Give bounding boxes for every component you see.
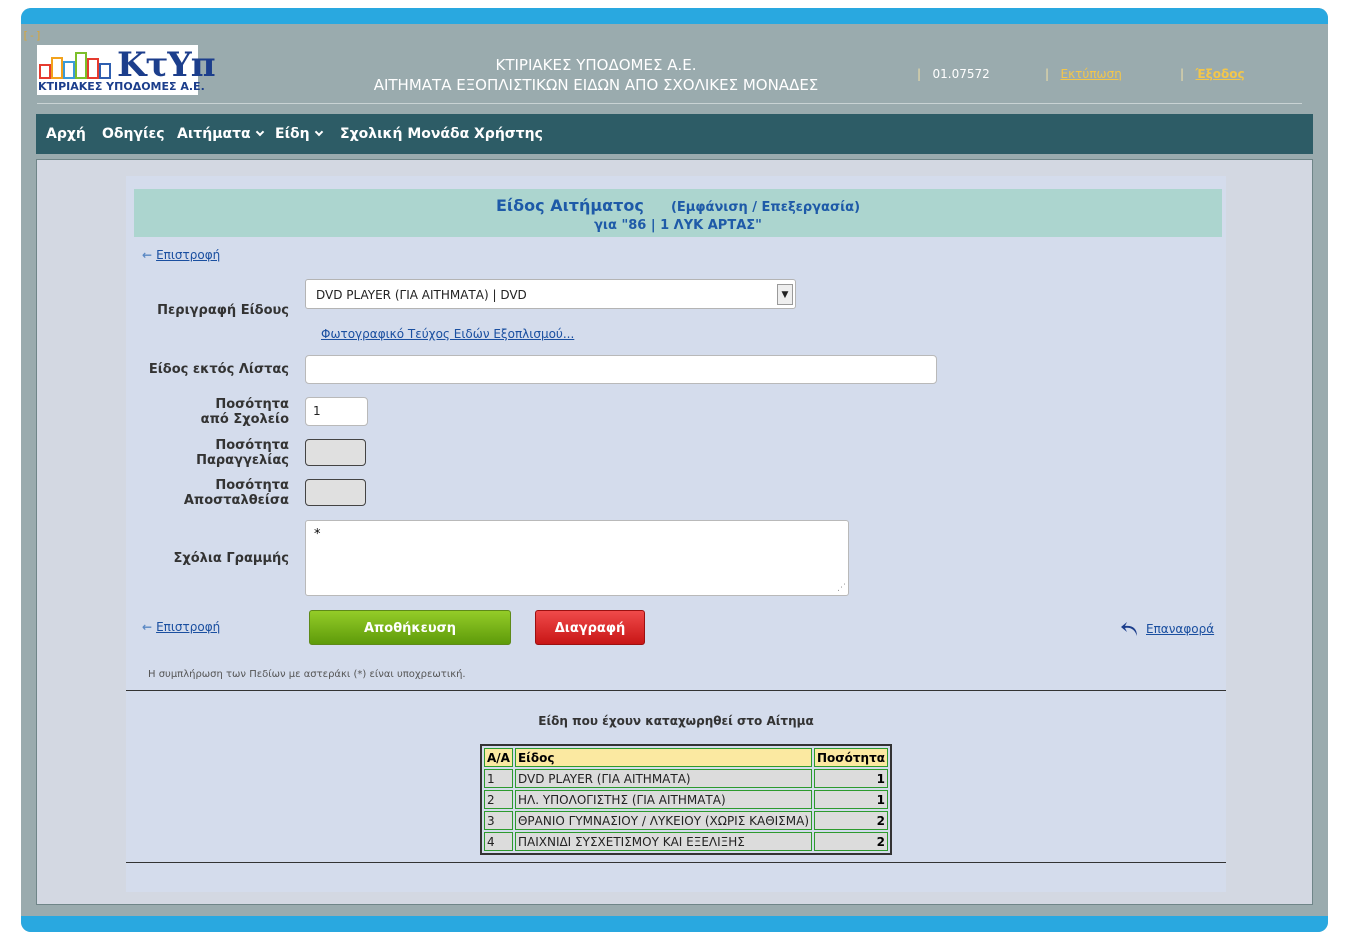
cell-qty: 2 — [814, 832, 888, 851]
qty-order-label: Ποσότητα Παραγγελίας — [129, 438, 289, 468]
logo-subtitle: ΚΤΙΡΙΑΚΕΣ ΥΠΟΔΟΜΕΣ Α.Ε. — [38, 80, 205, 93]
table-row[interactable]: 2 ΗΛ. ΥΠΟΛΟΓΙΣΤΗΣ (ΓΙΑ ΑΙΤΗΜΑΤΑ) 1 — [484, 790, 888, 809]
logo-bars-icon — [39, 52, 111, 79]
nav-item-user[interactable]: Χρήστης — [474, 126, 543, 142]
cell-aa: 3 — [484, 811, 513, 830]
back-link-top[interactable]: ← Επιστροφή — [142, 248, 220, 262]
cell-aa: 2 — [484, 790, 513, 809]
nav-item-items[interactable]: Είδη — [275, 126, 323, 142]
version-number: 01.07572 — [932, 67, 990, 81]
header-title-line2: ΑΙΤΗΜΑΤΑ ΕΞΟΠΛΙΣΤΙΚΩΝ ΕΙΔΩΝ ΑΠΟ ΣΧΟΛΙΚΕΣ… — [373, 76, 819, 94]
cell-aa: 4 — [484, 832, 513, 851]
header-title-line1: ΚΤΙΡΙΑΚΕΣ ΥΠΟΔΟΜΕΣ Α.Ε. — [495, 56, 697, 74]
table-row[interactable]: 1 DVD PLAYER (ΓΙΑ ΑΙΤΗΜΑΤΑ) 1 — [484, 769, 888, 788]
qty-sent-label: Ποσότητα Αποσταλθείσα — [129, 478, 289, 508]
column-header-item: Είδος — [514, 748, 813, 767]
separator: | — [917, 67, 922, 81]
back-link-bottom[interactable]: ← Επιστροφή — [142, 620, 220, 634]
company-logo: ΚτΥπ ΚΤΙΡΙΑΚΕΣ ΥΠΟΔΟΜΕΣ Α.Ε. — [37, 45, 216, 95]
cell-qty: 1 — [814, 790, 888, 809]
main-nav: Αρχή Οδηγίες Αιτήματα Είδη Σχολική Μονάδ… — [36, 114, 1313, 154]
back-link-label: Επιστροφή — [156, 248, 221, 262]
qty-school-input[interactable]: 1 — [305, 397, 368, 426]
table-header-row: Α/Α Είδος Ποσότητα — [484, 748, 888, 767]
cell-item: ΠΑΙΧΝΙΔΙ ΣΥΣΧΕΤΙΣΜΟΥ ΚΑΙ ΕΞΕΛΙΞΗΣ — [514, 832, 813, 851]
form-panel: Είδος Αιτήματος (Εμφάνιση / Επεξεργασία)… — [126, 176, 1226, 892]
top-accent-bar — [21, 8, 1328, 24]
form-title: Είδος Αιτήματος — [495, 196, 644, 215]
logout-link[interactable]: Έξοδος — [1196, 67, 1245, 81]
items-table-title: Είδη που έχουν καταχωρηθεί στο Αίτημα — [538, 714, 814, 728]
required-note: Η συμπλήρωση των Πεδίων με αστεράκι (*) … — [148, 669, 466, 680]
header-divider — [37, 103, 1302, 104]
back-link-label: Επιστροφή — [156, 620, 221, 634]
undo-arrow-icon — [1121, 622, 1137, 636]
reset-link[interactable]: Επαναφορά — [1120, 620, 1214, 638]
table-row[interactable]: 3 ΘΡΑΝΙΟ ΓΥΜΝΑΣΙΟΥ / ΛΥΚΕΙΟΥ (ΧΩΡΙΣ ΚΑΘΙ… — [484, 811, 888, 830]
version-info: | 01.07572 — [917, 67, 990, 81]
off-list-label: Είδος εκτός Λίστας — [148, 362, 289, 377]
section-divider — [126, 862, 1226, 863]
arrow-left-icon: ← — [142, 620, 153, 634]
chevron-down-icon — [255, 127, 264, 137]
items-table: Α/Α Είδος Ποσότητα 1 DVD PLAYER (ΓΙΑ ΑΙΤ… — [480, 744, 892, 855]
description-select-value: DVD PLAYER (ΓΙΑ ΑΙΤΗΜΑΤΑ) | DVD — [316, 288, 527, 302]
qty-sent-input — [305, 479, 366, 506]
qty-sent-label-line2: Αποσταλθείσα — [183, 493, 289, 508]
qty-school-label-line2: από Σχολείο — [200, 412, 289, 427]
reset-link-label: Επαναφορά — [1146, 621, 1215, 636]
nav-item-home[interactable]: Αρχή — [46, 126, 86, 142]
bottom-accent-bar — [21, 916, 1328, 932]
chevron-down-icon[interactable]: ▼ — [777, 284, 793, 305]
arrow-left-icon: ← — [142, 248, 153, 262]
logout-info: | Έξοδος — [1180, 67, 1245, 81]
collapse-toggle[interactable]: [-] — [22, 29, 42, 42]
cell-qty: 2 — [814, 811, 888, 830]
page-frame: [-] ΚτΥπ ΚΤΙΡΙΑΚΕΣ ΥΠΟΔΟΜΕΣ Α.Ε. ΚΤΙΡΙΑΚ… — [21, 8, 1328, 932]
qty-school-label: Ποσότητα από Σχολείο — [129, 397, 289, 427]
qty-sent-label-line1: Ποσότητα — [215, 478, 289, 493]
qty-school-label-line1: Ποσότητα — [215, 397, 289, 412]
nav-item-requests[interactable]: Αιτήματα — [177, 126, 264, 142]
cell-item: ΘΡΑΝΙΟ ΓΥΜΝΑΣΙΟΥ / ΛΥΚΕΙΟΥ (ΧΩΡΙΣ ΚΑΘΙΣΜ… — [514, 811, 813, 830]
nav-item-school-unit[interactable]: Σχολική Μονάδα — [340, 126, 469, 142]
cell-qty: 1 — [814, 769, 888, 788]
comments-label: Σχόλια Γραμμής — [173, 551, 289, 566]
column-header-aa: Α/Α — [484, 748, 513, 767]
nav-item-requests-label: Αιτήματα — [177, 126, 251, 142]
comments-value: * — [314, 527, 321, 542]
photo-catalog-link[interactable]: Φωτογραφικό Τεύχος Ειδών Εξοπλισμού... — [321, 327, 574, 341]
qty-order-label-line2: Παραγγελίας — [196, 453, 289, 468]
cell-item: ΗΛ. ΥΠΟΛΟΓΙΣΤΗΣ (ΓΙΑ ΑΙΤΗΜΑΤΑ) — [514, 790, 813, 809]
section-divider — [126, 690, 1226, 691]
description-label: Περιγραφή Είδους — [157, 303, 289, 318]
description-select[interactable]: DVD PLAYER (ΓΙΑ ΑΙΤΗΜΑΤΑ) | DVD ▼ — [305, 279, 796, 309]
comments-textarea[interactable]: * ⋰ — [305, 520, 849, 596]
cell-aa: 1 — [484, 769, 513, 788]
form-subtitle: (Εμφάνιση / Επεξεργασία) — [670, 200, 861, 215]
save-button[interactable]: Αποθήκευση — [309, 610, 511, 645]
form-for-line: για "86 | 1 ΛΥΚ ΑΡΤΑΣ" — [594, 218, 762, 233]
resize-grip-icon[interactable]: ⋰ — [837, 583, 846, 593]
form-title-row: Είδος Αιτήματος (Εμφάνιση / Επεξεργασία) — [134, 196, 1222, 215]
header-title: ΚΤΙΡΙΑΚΕΣ ΥΠΟΔΟΜΕΣ Α.Ε. ΑΙΤΗΜΑΤΑ ΕΞΟΠΛΙΣ… — [351, 55, 841, 95]
column-header-qty: Ποσότητα — [814, 748, 888, 767]
chevron-down-icon — [314, 127, 323, 137]
separator: | — [1180, 67, 1185, 81]
form-header: Είδος Αιτήματος (Εμφάνιση / Επεξεργασία)… — [134, 189, 1222, 237]
logo-brand-text: ΚτΥπ — [117, 45, 216, 85]
table-row[interactable]: 4 ΠΑΙΧΝΙΔΙ ΣΥΣΧΕΤΙΣΜΟΥ ΚΑΙ ΕΞΕΛΙΞΗΣ 2 — [484, 832, 888, 851]
qty-order-label-line1: Ποσότητα — [215, 438, 289, 453]
print-info: | Εκτύπωση — [1045, 67, 1122, 81]
cell-item: DVD PLAYER (ΓΙΑ ΑΙΤΗΜΑΤΑ) — [514, 769, 813, 788]
delete-button[interactable]: Διαγραφή — [535, 610, 645, 645]
nav-item-instructions[interactable]: Οδηγίες — [102, 126, 165, 142]
nav-item-items-label: Είδη — [275, 126, 310, 142]
separator: | — [1045, 67, 1050, 81]
off-list-input[interactable] — [305, 355, 937, 384]
print-link[interactable]: Εκτύπωση — [1061, 67, 1122, 81]
qty-order-input — [305, 439, 366, 466]
content-area: Είδος Αιτήματος (Εμφάνιση / Επεξεργασία)… — [36, 159, 1313, 905]
